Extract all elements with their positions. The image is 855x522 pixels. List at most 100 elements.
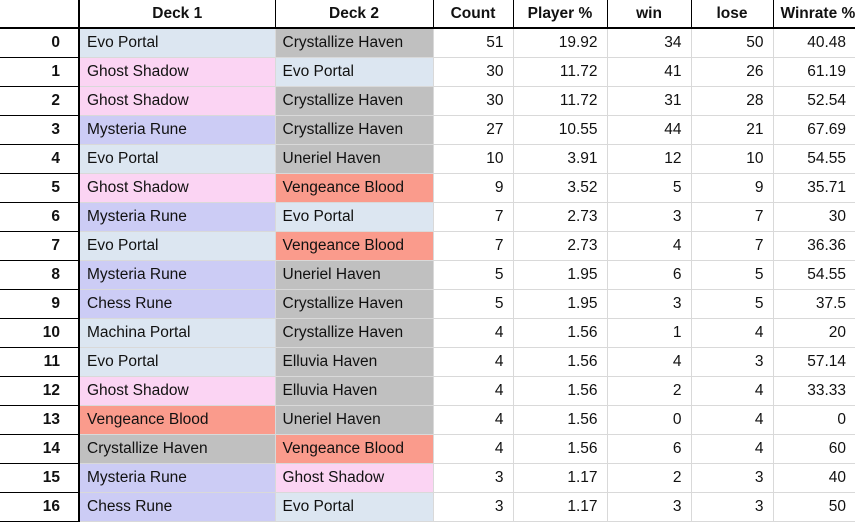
win-cell: 44 [607, 115, 692, 145]
deck2-cell: Elluvia Haven [275, 347, 434, 377]
winrate-percent-cell: 54.55 [773, 260, 855, 290]
player-percent-cell: 1.56 [513, 318, 608, 348]
win-cell: 6 [607, 260, 692, 290]
count-cell: 30 [433, 57, 514, 87]
deck2-cell: Uneriel Haven [275, 260, 434, 290]
deck1-cell: Evo Portal [79, 347, 276, 377]
row-index: 10 [0, 318, 80, 348]
lose-cell: 7 [691, 202, 774, 232]
column-header-count: Count [433, 0, 514, 29]
deck2-cell: Vengeance Blood [275, 173, 434, 203]
count-cell: 27 [433, 115, 514, 145]
deck1-cell: Mysteria Rune [79, 202, 276, 232]
lose-cell: 26 [691, 57, 774, 87]
lose-cell: 5 [691, 289, 774, 319]
player-percent-cell: 1.17 [513, 463, 608, 493]
count-cell: 4 [433, 347, 514, 377]
player-percent-cell: 11.72 [513, 86, 608, 116]
lose-cell: 4 [691, 318, 774, 348]
table-row: 16 Chess Rune Evo Portal 3 1.17 3 3 50 [0, 492, 855, 522]
deck1-cell: Chess Rune [79, 492, 276, 522]
deck1-cell: Ghost Shadow [79, 86, 276, 116]
row-index: 0 [0, 28, 80, 58]
deck2-cell: Crystallize Haven [275, 289, 434, 319]
count-cell: 30 [433, 86, 514, 116]
win-cell: 6 [607, 434, 692, 464]
deck1-cell: Mysteria Rune [79, 115, 276, 145]
player-percent-cell: 3.91 [513, 144, 608, 174]
player-percent-cell: 19.92 [513, 28, 608, 58]
player-percent-cell: 10.55 [513, 115, 608, 145]
row-index: 16 [0, 492, 80, 522]
deck2-cell: Crystallize Haven [275, 318, 434, 348]
table-row: 13 Vengeance Blood Uneriel Haven 4 1.56 0 4 0 [0, 405, 855, 435]
winrate-percent-cell: 40.48 [773, 28, 855, 58]
lose-cell: 4 [691, 376, 774, 406]
table-body: 0 Evo Portal Crystallize Haven 51 19.92 34 50 4… [0, 28, 855, 522]
column-header-lose: lose [691, 0, 774, 29]
table-row: 11 Evo Portal Elluvia Haven 4 1.56 4 3 57.14 [0, 347, 855, 377]
table-row: 9 Chess Rune Crystallize Haven 5 1.95 3 5 37.5 [0, 289, 855, 319]
player-percent-cell: 2.73 [513, 202, 608, 232]
winrate-percent-cell: 37.5 [773, 289, 855, 319]
winrate-percent-cell: 52.54 [773, 86, 855, 116]
lose-cell: 21 [691, 115, 774, 145]
deck2-cell: Crystallize Haven [275, 86, 434, 116]
table-row: 15 Mysteria Rune Ghost Shadow 3 1.17 2 3 40 [0, 463, 855, 493]
count-cell: 51 [433, 28, 514, 58]
row-index: 11 [0, 347, 80, 377]
count-cell: 5 [433, 289, 514, 319]
winrate-percent-cell: 57.14 [773, 347, 855, 377]
row-index: 13 [0, 405, 80, 435]
table-row: 2 Ghost Shadow Crystallize Haven 30 11.72 31 2… [0, 86, 855, 116]
win-cell: 12 [607, 144, 692, 174]
deck2-cell: Crystallize Haven [275, 28, 434, 58]
column-header-player-percent: Player % [513, 0, 608, 29]
player-percent-cell: 1.95 [513, 260, 608, 290]
lose-cell: 4 [691, 405, 774, 435]
table-row: 0 Evo Portal Crystallize Haven 51 19.92 34 50 4… [0, 28, 855, 58]
deck1-cell: Chess Rune [79, 289, 276, 319]
deck1-cell: Mysteria Rune [79, 463, 276, 493]
win-cell: 5 [607, 173, 692, 203]
deck2-cell: Evo Portal [275, 57, 434, 87]
deck2-cell: Crystallize Haven [275, 115, 434, 145]
count-cell: 5 [433, 260, 514, 290]
winrate-percent-cell: 67.69 [773, 115, 855, 145]
deck2-cell: Uneriel Haven [275, 405, 434, 435]
lose-cell: 3 [691, 463, 774, 493]
column-header-win: win [607, 0, 692, 29]
winrate-percent-cell: 61.19 [773, 57, 855, 87]
lose-cell: 5 [691, 260, 774, 290]
deck1-cell: Evo Portal [79, 144, 276, 174]
deck-matchup-table: Deck 1 Deck 2 Count Player % win lose Wi… [0, 0, 855, 522]
column-header-winrate-percent: Winrate % [773, 0, 855, 29]
count-cell: 3 [433, 492, 514, 522]
winrate-percent-cell: 30 [773, 202, 855, 232]
table-row: 4 Evo Portal Uneriel Haven 10 3.91 12 10 54.55 [0, 144, 855, 174]
winrate-percent-cell: 20 [773, 318, 855, 348]
winrate-percent-cell: 35.71 [773, 173, 855, 203]
row-index: 2 [0, 86, 80, 116]
winrate-percent-cell: 50 [773, 492, 855, 522]
player-percent-cell: 3.52 [513, 173, 608, 203]
win-cell: 2 [607, 463, 692, 493]
table-row: 6 Mysteria Rune Evo Portal 7 2.73 3 7 30 [0, 202, 855, 232]
lose-cell: 7 [691, 231, 774, 261]
player-percent-cell: 2.73 [513, 231, 608, 261]
deck2-cell: Evo Portal [275, 492, 434, 522]
win-cell: 1 [607, 318, 692, 348]
lose-cell: 50 [691, 28, 774, 58]
winrate-percent-cell: 33.33 [773, 376, 855, 406]
deck2-cell: Ghost Shadow [275, 463, 434, 493]
deck2-cell: Evo Portal [275, 202, 434, 232]
column-header-deck1: Deck 1 [79, 0, 276, 29]
column-header-deck2: Deck 2 [275, 0, 434, 29]
count-cell: 7 [433, 202, 514, 232]
player-percent-cell: 1.17 [513, 492, 608, 522]
row-index: 14 [0, 434, 80, 464]
count-cell: 4 [433, 405, 514, 435]
table-row: 7 Evo Portal Vengeance Blood 7 2.73 4 7 36.36 [0, 231, 855, 261]
table-row: 12 Ghost Shadow Elluvia Haven 4 1.56 2 4 33.33 [0, 376, 855, 406]
lose-cell: 3 [691, 492, 774, 522]
